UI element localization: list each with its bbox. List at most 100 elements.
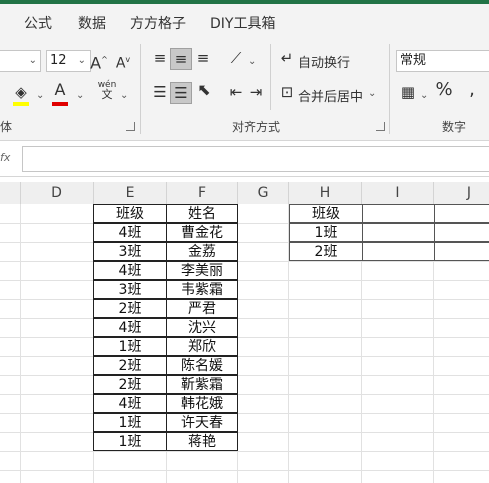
phonetic-button[interactable]: wén 文 [96, 80, 118, 101]
insert-function-icon[interactable]: fx [0, 147, 18, 169]
chevron-down-icon[interactable]: ⌄ [248, 56, 256, 67]
alignment-dialog-launcher-icon[interactable] [376, 122, 385, 131]
table-cell-name[interactable]: 郑欣 [166, 337, 238, 356]
column-header-bar: D E F G H I J [0, 182, 489, 205]
table-cell-name[interactable]: 许天春 [166, 413, 238, 432]
group-divider [140, 44, 141, 134]
tab-formulas[interactable]: 公式 [24, 13, 52, 33]
lookup-cell-class[interactable]: 1班 [289, 223, 363, 242]
comma-style-icon[interactable]: , [462, 80, 482, 100]
align-top-icon[interactable]: ≡ [150, 48, 170, 68]
decrease-indent-icon[interactable]: ⇤ [226, 82, 246, 102]
chevron-down-icon: ⌄ [77, 55, 86, 66]
column-header-J[interactable]: J [434, 182, 489, 204]
font-dialog-launcher-icon[interactable] [126, 122, 135, 131]
grid-hline [0, 280, 489, 281]
fill-color-swatch [13, 102, 29, 106]
table-cell-class[interactable]: 2班 [93, 356, 167, 375]
align-bottom-icon[interactable]: ≡ [193, 48, 213, 68]
grid-hline [0, 261, 489, 262]
lookup-cell-empty[interactable] [434, 223, 489, 242]
percent-button[interactable]: % [434, 80, 454, 100]
accounting-format-icon[interactable]: ▦ [398, 82, 418, 102]
chevron-down-icon[interactable]: ⌄ [368, 88, 376, 99]
column-header-F[interactable]: F [167, 182, 238, 204]
table-cell-name[interactable]: 曹金花 [166, 223, 238, 242]
wrap-text-button[interactable]: 自动换行 [298, 52, 350, 71]
wrap-text-icon: ↵ [280, 49, 294, 67]
table-cell-class[interactable]: 4班 [93, 261, 167, 280]
tab-diy-toolbox[interactable]: DIY工具箱 [210, 13, 275, 33]
table-cell-class[interactable]: 1班 [93, 337, 167, 356]
table-cell-class[interactable]: 2班 [93, 375, 167, 394]
column-header-G[interactable]: G [238, 182, 289, 204]
table-cell-name[interactable]: 靳紫霜 [166, 375, 238, 394]
formula-input[interactable] [22, 146, 489, 172]
lookup-header-class[interactable]: 班级 [289, 204, 363, 223]
table-header-name[interactable]: 姓名 [166, 204, 238, 223]
ribbon: ⌄ 12 ⌄ A^ Av ◈ ⌄ A ⌄ wén 文 ⌄ 体 ≡ ≡ ≡ ⟋ ⌄ ☰… [0, 36, 489, 141]
align-center-button[interactable]: ☰ [170, 82, 192, 104]
table-cell-name[interactable]: 沈兴 [166, 318, 238, 337]
mouse-cursor-icon: ⬉ [197, 80, 211, 99]
grid-hline [0, 394, 489, 395]
tab-data[interactable]: 数据 [78, 13, 106, 33]
table-cell-class[interactable]: 2班 [93, 299, 167, 318]
tab-fangfang-gezi[interactable]: 方方格子 [130, 13, 186, 33]
merge-center-button[interactable]: 合并后居中 [298, 86, 363, 105]
chevron-down-icon[interactable]: ⌄ [36, 90, 44, 101]
column-header-E[interactable]: E [94, 182, 167, 204]
table-cell-name[interactable]: 金荔 [166, 242, 238, 261]
grid-vline [20, 204, 21, 483]
grid-hline [0, 432, 489, 433]
column-header-I[interactable]: I [362, 182, 434, 204]
column-header-C[interactable] [0, 182, 21, 204]
table-cell-class[interactable]: 3班 [93, 242, 167, 261]
lookup-cell-empty[interactable] [362, 242, 435, 261]
chevron-down-icon[interactable]: ⌄ [420, 90, 428, 101]
column-header-H[interactable]: H [289, 182, 362, 204]
worksheet-grid[interactable]: 班级 姓名 4班 曹金花 3班 金荔 4班 李美丽 3班 韦紫霜 2班 严君 4班 沈兴 1班 郑欣 2班陈… [0, 204, 489, 483]
font-size-box[interactable]: 12 ⌄ [46, 50, 91, 72]
fill-color-button[interactable]: ◈ [10, 82, 32, 106]
lookup-cell-class[interactable]: 2班 [289, 242, 363, 261]
grid-hline [0, 470, 489, 471]
orientation-icon[interactable]: ⟋ [224, 48, 248, 68]
align-middle-button[interactable]: ≡ [170, 48, 192, 70]
increase-indent-icon[interactable]: ⇥ [246, 82, 266, 102]
grow-font-button[interactable]: A^ [90, 50, 108, 73]
font-name-box[interactable]: ⌄ [0, 50, 41, 72]
table-cell-class[interactable]: 1班 [93, 413, 167, 432]
table-cell-class[interactable]: 1班 [93, 432, 167, 451]
chevron-down-icon[interactable]: ⌄ [120, 90, 128, 101]
ribbon-tab-bar: 公式 数据 方方格子 DIY工具箱 [0, 4, 489, 36]
font-color-swatch [52, 102, 68, 106]
table-cell-class[interactable]: 4班 [93, 223, 167, 242]
font-group-label: 体 [0, 120, 13, 134]
table-cell-name[interactable]: 韩花娥 [166, 394, 238, 413]
table-cell-name[interactable]: 蒋艳 [166, 432, 238, 451]
font-color-button[interactable]: A [50, 80, 70, 106]
number-format-box[interactable]: 常规 [396, 50, 489, 72]
table-cell-class[interactable]: 4班 [93, 394, 167, 413]
table-cell-name[interactable]: 陈名媛 [166, 356, 238, 375]
column-header-D[interactable]: D [20, 182, 94, 204]
group-divider [270, 44, 271, 110]
align-left-icon[interactable]: ☰ [150, 82, 170, 102]
alignment-group-label: 对齐方式 [232, 120, 281, 134]
font-size-value: 12 [50, 53, 67, 68]
group-divider [389, 44, 390, 134]
lookup-cell-empty[interactable] [434, 242, 489, 261]
grid-hline [0, 299, 489, 300]
table-cell-class[interactable]: 4班 [93, 318, 167, 337]
table-cell-name[interactable]: 李美丽 [166, 261, 238, 280]
table-cell-name[interactable]: 韦紫霜 [166, 280, 238, 299]
shrink-font-button[interactable]: Av [114, 50, 132, 74]
lookup-header-col-i[interactable] [362, 204, 435, 223]
table-cell-name[interactable]: 严君 [166, 299, 238, 318]
table-cell-class[interactable]: 3班 [93, 280, 167, 299]
table-header-class[interactable]: 班级 [93, 204, 167, 223]
chevron-down-icon[interactable]: ⌄ [76, 90, 84, 101]
lookup-cell-empty[interactable] [362, 223, 435, 242]
lookup-header-col-j[interactable] [434, 204, 489, 223]
